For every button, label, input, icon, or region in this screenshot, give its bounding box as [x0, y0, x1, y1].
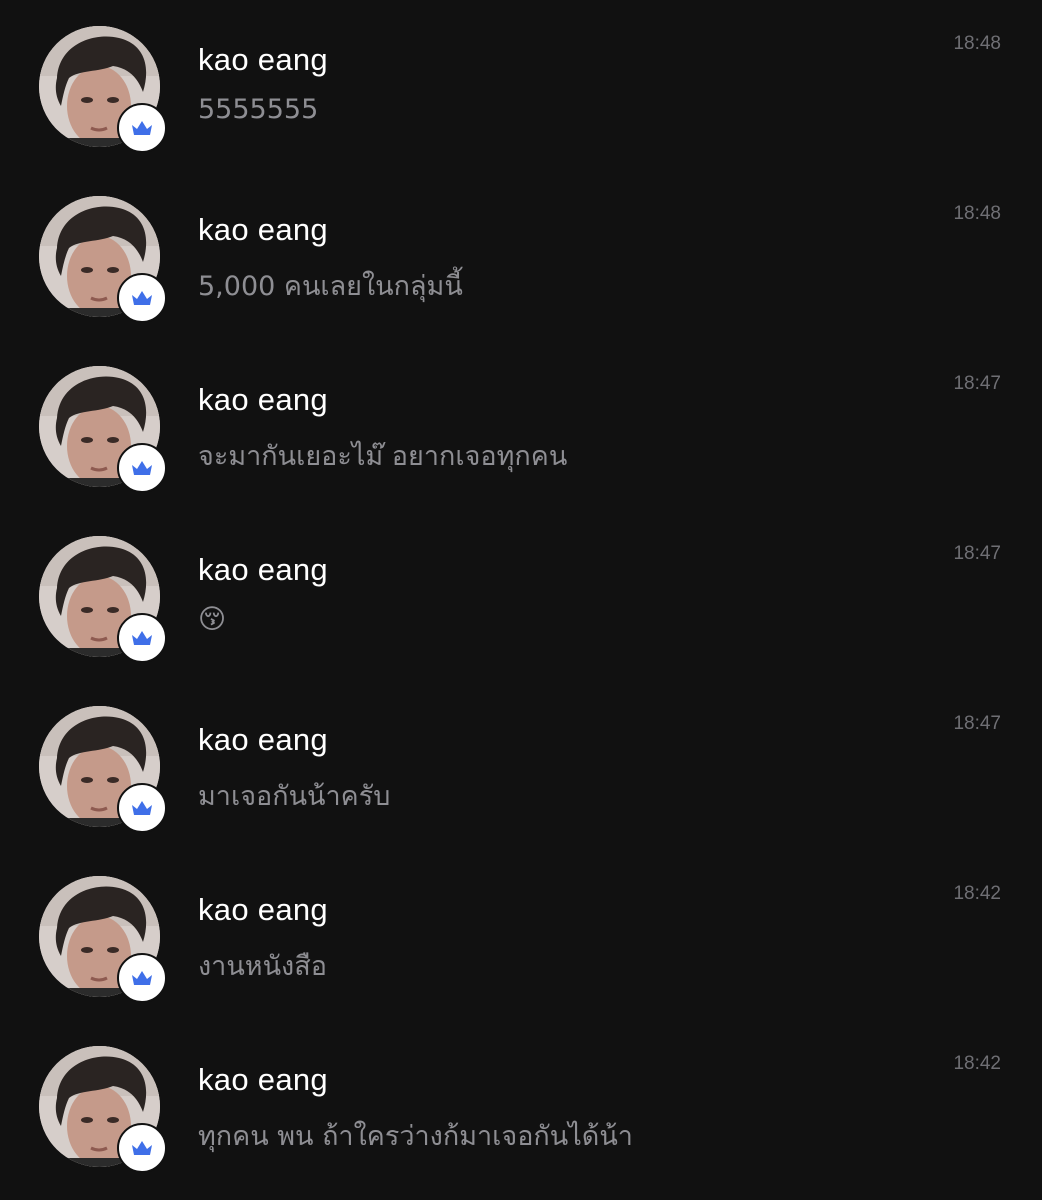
admin-badge — [117, 443, 167, 493]
message-preview: งานหนังสือ — [198, 951, 327, 982]
contact-name: kao eang — [198, 722, 328, 757]
admin-badge — [117, 613, 167, 663]
contact-name: kao eang — [198, 382, 328, 417]
message-preview: ทุกคน พน ถ้าใครว่างก้มาเจอกันได้น้า — [198, 1121, 633, 1152]
contact-name: kao eang — [198, 212, 328, 247]
chat-list-item[interactable]: kao eang 5,000 คนเลยในกลุ่มนี้ 18:48 — [0, 170, 1042, 340]
chat-list-item[interactable]: kao eang 😚 18:47 — [0, 510, 1042, 680]
message-timestamp: 18:47 — [953, 713, 1001, 734]
chat-list: kao eang 5555555 18:48 kao eang 5,000 คน… — [0, 0, 1042, 1190]
message-preview: มาเจอกันน้าครับ — [198, 781, 391, 812]
message-timestamp: 18:48 — [953, 203, 1001, 224]
message-preview: 😚 — [198, 604, 227, 635]
chat-list-item[interactable]: kao eang 5555555 18:48 — [0, 0, 1042, 170]
crown-icon — [132, 631, 152, 645]
admin-badge — [117, 1123, 167, 1173]
contact-name: kao eang — [198, 892, 328, 927]
admin-badge — [117, 953, 167, 1003]
message-timestamp: 18:48 — [953, 33, 1001, 54]
chat-list-item[interactable]: kao eang มาเจอกันน้าครับ 18:47 — [0, 680, 1042, 850]
chat-list-item[interactable]: kao eang งานหนังสือ 18:42 — [0, 850, 1042, 1020]
message-timestamp: 18:42 — [953, 1053, 1001, 1074]
crown-icon — [132, 461, 152, 475]
message-preview: จะมากันเยอะไม๊ อยากเจอทุกคน — [198, 441, 568, 472]
contact-name: kao eang — [198, 1062, 328, 1097]
crown-icon — [132, 121, 152, 135]
admin-badge — [117, 103, 167, 153]
message-preview: 5,000 คนเลยในกลุ่มนี้ — [198, 271, 463, 302]
contact-name: kao eang — [198, 42, 328, 77]
chat-list-item[interactable]: kao eang จะมากันเยอะไม๊ อยากเจอทุกคน 18:… — [0, 340, 1042, 510]
message-timestamp: 18:42 — [953, 883, 1001, 904]
message-preview: 5555555 — [198, 94, 319, 125]
crown-icon — [132, 1141, 152, 1155]
chat-list-item[interactable]: kao eang ทุกคน พน ถ้าใครว่างก้มาเจอกันได… — [0, 1020, 1042, 1190]
crown-icon — [132, 971, 152, 985]
crown-icon — [132, 291, 152, 305]
crown-icon — [132, 801, 152, 815]
admin-badge — [117, 783, 167, 833]
contact-name: kao eang — [198, 552, 328, 587]
admin-badge — [117, 273, 167, 323]
message-timestamp: 18:47 — [953, 373, 1001, 394]
message-timestamp: 18:47 — [953, 543, 1001, 564]
